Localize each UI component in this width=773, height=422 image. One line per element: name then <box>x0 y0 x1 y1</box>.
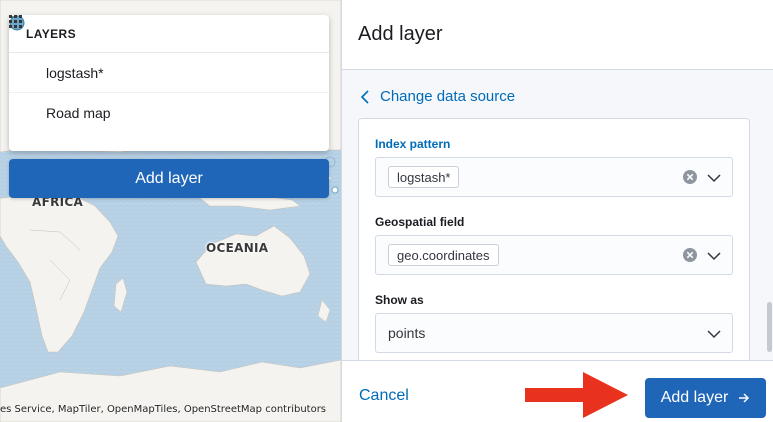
clear-icon[interactable] <box>682 169 698 185</box>
flyout-header: Add layer <box>342 0 773 70</box>
data-source-card: Index pattern logstash* Geospatial field… <box>358 118 750 360</box>
menu-collapse-icon[interactable] <box>10 16 319 43</box>
geospatial-field-combobox[interactable]: geo.coordinates <box>375 235 733 275</box>
add-layer-button[interactable]: Add layer <box>9 159 329 198</box>
map-canvas[interactable]: AFRICA OCEANIA es Service, MapTiler, Ope… <box>0 0 341 422</box>
layers-header: LAYERS <box>9 15 329 53</box>
scrollbar-thumb[interactable] <box>767 302 772 352</box>
show-as-value: points <box>388 325 426 341</box>
change-data-source-link[interactable]: Change data source <box>360 88 515 105</box>
layer-name: logstash* <box>46 64 104 81</box>
clear-icon[interactable] <box>682 247 698 263</box>
layer-item-logstash[interactable]: logstash* <box>9 15 329 93</box>
index-pattern-label: Index pattern <box>375 137 451 151</box>
layer-name: Road map <box>46 105 111 121</box>
chevron-left-icon <box>360 89 370 104</box>
index-pattern-pill: logstash* <box>388 166 460 188</box>
arrow-right-icon <box>738 392 750 404</box>
add-layer-flyout: Add layer Change data source Index patte… <box>341 0 773 422</box>
map-attribution: es Service, MapTiler, OpenMapTiles, Open… <box>0 404 327 415</box>
geospatial-field-label: Geospatial field <box>375 215 465 229</box>
grid-tiles-icon <box>9 15 38 122</box>
layer-item-road-map[interactable]: Road map <box>9 15 329 133</box>
geospatial-field-pill: geo.coordinates <box>388 244 499 266</box>
layers-panel: LAYERS logstash* Road map <box>9 15 329 151</box>
chevron-down-icon[interactable] <box>706 326 722 342</box>
show-as-label: Show as <box>375 293 424 307</box>
chevron-down-icon[interactable] <box>706 248 722 264</box>
chevron-down-icon[interactable] <box>706 170 722 186</box>
submit-add-layer-button[interactable]: Add layer <box>645 378 766 418</box>
layers-title: LAYERS <box>26 26 76 41</box>
cancel-button[interactable]: Cancel <box>359 387 409 405</box>
map-label-oceania: OCEANIA <box>206 241 269 255</box>
flyout-body[interactable]: Change data source Index pattern logstas… <box>342 70 773 360</box>
submit-label: Add layer <box>660 389 729 406</box>
annotation-arrow-icon <box>525 372 628 418</box>
flyout-title: Add layer <box>358 23 443 45</box>
index-pattern-combobox[interactable]: logstash* <box>375 157 733 197</box>
back-link-label: Change data source <box>380 88 516 105</box>
circle-marker-icon <box>9 15 38 82</box>
show-as-select[interactable]: points <box>375 313 733 353</box>
